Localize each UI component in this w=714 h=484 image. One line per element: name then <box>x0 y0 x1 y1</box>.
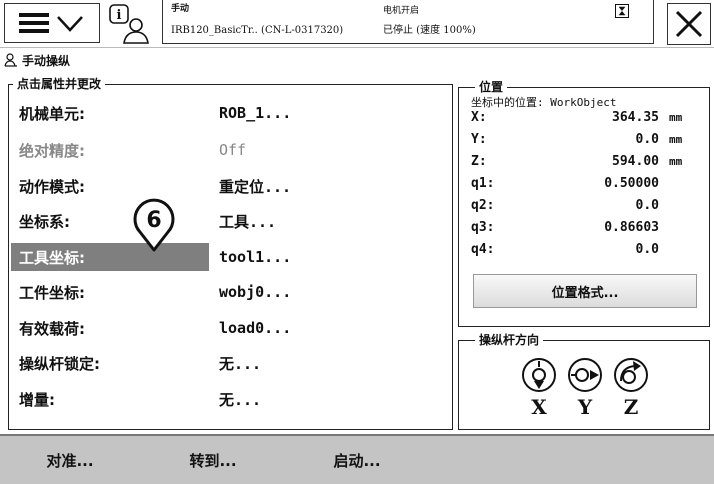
window-title-text: 手动操纵 <box>22 53 71 68</box>
position-row-q1: q1: 0.50000 <box>471 176 701 194</box>
joystick-updown-icon <box>522 358 556 392</box>
property-row-coordinate-system[interactable]: 坐标系: 工具... <box>11 207 451 235</box>
joystick-direction-panel: 操纵杆方向 X Y Z <box>458 333 710 430</box>
property-row-joystick-lock[interactable]: 操纵杆锁定: 无... <box>11 349 451 377</box>
property-value: 工具... <box>219 212 277 231</box>
top-bar: i 手动 IRB120_BasicTr.. (CN-L-0317320) 电机开… <box>0 0 714 48</box>
callout-marker: 6 <box>133 198 175 252</box>
position-value: 0.0 <box>635 198 659 213</box>
status-bar[interactable]: 手动 IRB120_BasicTr.. (CN-L-0317320) 电机开启 … <box>162 0 654 44</box>
hamburger-icon <box>19 13 49 33</box>
joystick-rotate-icon <box>614 358 648 392</box>
properties-panel: 点击属性并更改 机械单元: ROB_1... 绝对精度: Off 动作模式: 重… <box>8 77 453 430</box>
axis-label: Z <box>623 395 639 419</box>
position-subtitle: 坐标中的位置: WorkObject <box>471 96 617 109</box>
window-title: 手动操纵 <box>4 51 70 69</box>
position-value: 594.00 <box>612 154 659 169</box>
position-row-q4: q4: 0.0 <box>471 242 701 260</box>
position-value: 0.0 <box>635 242 659 257</box>
joystick-axis-x: X <box>519 357 559 419</box>
close-button[interactable] <box>667 3 711 45</box>
position-row-x: X: 364.35 mm <box>471 110 701 128</box>
position-row-z: Z: 594.00 mm <box>471 154 701 172</box>
operating-mode: 手动 <box>171 4 190 14</box>
property-row-motion-mode[interactable]: 动作模式: 重定位... <box>11 172 451 200</box>
property-label: 工件坐标: <box>19 283 85 302</box>
chevron-down-icon <box>57 16 83 32</box>
activate-button[interactable]: 启动... <box>286 436 428 484</box>
position-row-q2: q2: 0.0 <box>471 198 701 216</box>
position-unit: mm <box>669 155 683 168</box>
main-menu-button[interactable] <box>4 3 100 43</box>
property-value: ROB_1... <box>219 104 292 122</box>
property-row-work-object[interactable]: 工件坐标: wobj0... <box>11 278 451 306</box>
align-button[interactable]: 对准... <box>0 436 140 484</box>
property-value: tool1... <box>219 248 292 266</box>
position-label: Y: <box>471 132 487 147</box>
position-value: 0.50000 <box>604 176 659 191</box>
position-panel: 位置 坐标中的位置: WorkObject X: 364.35 mm Y: 0.… <box>458 80 710 327</box>
position-row-q3: q3: 0.86603 <box>471 220 701 238</box>
hourglass-icon <box>615 4 629 18</box>
position-value: 0.0 <box>635 132 659 147</box>
close-icon <box>675 10 703 38</box>
position-unit: mm <box>669 133 683 146</box>
goto-button[interactable]: 转到... <box>142 436 284 484</box>
position-row-y: Y: 0.0 mm <box>471 132 701 150</box>
position-label: q4: <box>471 242 495 257</box>
position-label: q1: <box>471 176 495 191</box>
speed-state: 已停止 (速度 100%) <box>383 25 476 36</box>
property-label: 机械单元: <box>19 104 85 123</box>
position-label: Z: <box>471 154 487 169</box>
joystick-legend: 操纵杆方向 <box>475 333 544 347</box>
property-row-absolute-accuracy: 绝对精度: Off <box>11 136 451 164</box>
property-label: 动作模式: <box>19 177 85 196</box>
axis-label: Y <box>577 395 593 419</box>
jog-person-icon <box>4 53 17 67</box>
property-row-mechanical-unit[interactable]: 机械单元: ROB_1... <box>11 99 451 127</box>
joystick-axis-z: Z <box>611 357 651 419</box>
property-label: 绝对精度: <box>19 141 85 160</box>
property-value: 重定位... <box>219 177 292 196</box>
property-value: 无... <box>219 354 262 373</box>
position-label: q2: <box>471 198 495 213</box>
property-label: 操纵杆锁定: <box>19 354 100 373</box>
position-label: X: <box>471 110 487 125</box>
system-name: IRB120_BasicTr.. (CN-L-0317320) <box>171 25 344 36</box>
command-bar: 对准... 转到... 启动... <box>0 434 714 484</box>
property-row-increment[interactable]: 增量: 无... <box>11 385 451 413</box>
position-unit: mm <box>669 111 683 124</box>
position-legend: 位置 <box>475 80 508 94</box>
property-value: load0... <box>219 319 292 337</box>
property-value: wobj0... <box>219 283 292 301</box>
property-row-tool-coordinate[interactable]: 工具坐标: tool1... <box>11 243 451 271</box>
joystick-axis-y: Y <box>565 357 605 419</box>
properties-legend: 点击属性并更改 <box>13 77 106 91</box>
position-value: 0.86603 <box>604 220 659 235</box>
property-value: Off <box>219 141 247 159</box>
axis-label: X <box>531 395 547 419</box>
operator-info-icon[interactable]: i <box>106 3 152 45</box>
property-label: 工具坐标: <box>11 243 209 271</box>
property-row-payload[interactable]: 有效载荷: load0... <box>11 314 451 342</box>
position-value: 364.35 <box>612 110 659 125</box>
property-label: 增量: <box>19 390 55 409</box>
position-format-button[interactable]: 位置格式... <box>473 274 697 308</box>
position-label: q3: <box>471 220 495 235</box>
svg-text:i: i <box>117 8 122 23</box>
property-label: 坐标系: <box>19 212 70 231</box>
property-value: 无... <box>219 390 262 409</box>
callout-number: 6 <box>146 208 161 233</box>
joystick-leftright-icon <box>568 358 602 392</box>
motor-state: 电机开启 <box>383 6 420 16</box>
property-label: 有效载荷: <box>19 319 85 338</box>
